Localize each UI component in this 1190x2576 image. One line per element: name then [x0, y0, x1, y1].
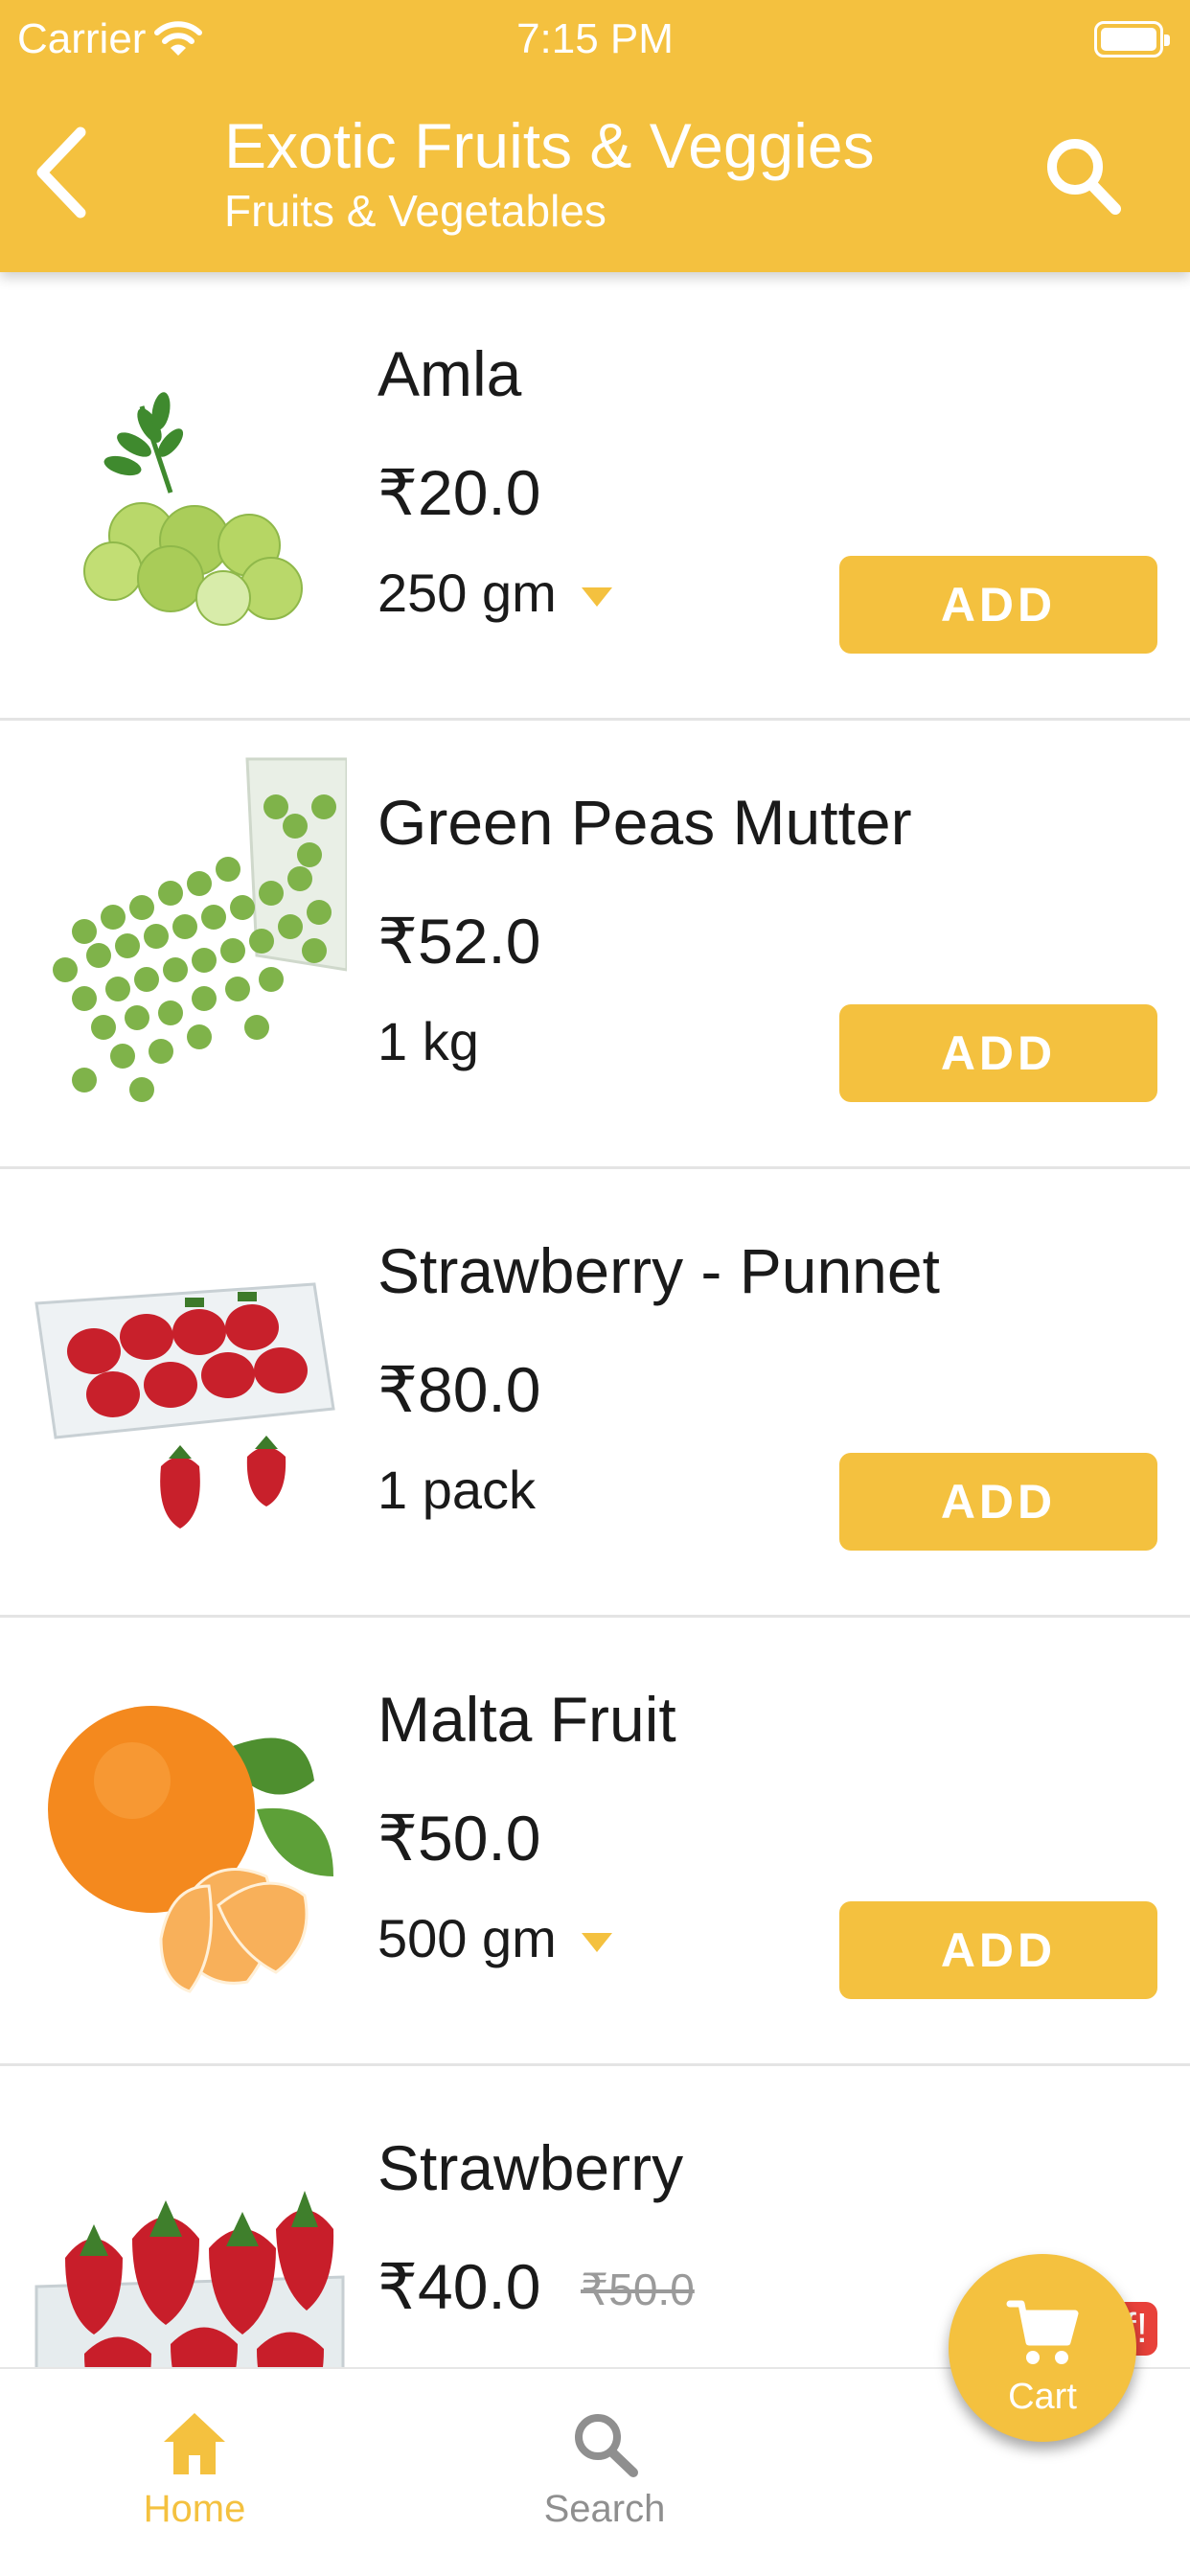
product-name: Strawberry - Punnet: [378, 1235, 940, 1306]
product-image-amla: [83, 392, 303, 626]
status-bar: Carrier 7:15 PM: [0, 0, 1190, 80]
product-name: Malta Fruit: [378, 1684, 676, 1755]
tab-search-label: Search: [543, 2488, 666, 2530]
product-image-malta-fruit: [48, 1706, 333, 1993]
product-mrp: ₹50.0: [581, 2265, 695, 2314]
battery-icon: [1094, 21, 1170, 58]
app-header: Carrier 7:15 PM Exotic Fruits & Veggies …: [0, 0, 1190, 272]
product-row[interactable]: Malta Fruit ₹50.0 500 gm ADD: [0, 1618, 1190, 2066]
tab-search[interactable]: Search: [485, 2369, 724, 2576]
back-arrow-icon[interactable]: [29, 125, 96, 220]
tab-home-label: Home: [143, 2488, 246, 2530]
product-image-green-peas: [53, 757, 347, 1102]
dropdown-caret-icon: [581, 587, 612, 608]
product-image-strawberry-punnet: [34, 1282, 335, 1529]
product-row[interactable]: Green Peas Mutter ₹52.0 1 kg ADD: [0, 721, 1190, 1169]
dropdown-caret-icon: [581, 1933, 612, 1953]
product-price: ₹50.0: [378, 1803, 541, 1874]
add-button[interactable]: ADD: [839, 1004, 1157, 1102]
tab-home[interactable]: Home: [75, 2369, 314, 2576]
status-time: 7:15 PM: [516, 15, 674, 62]
cart-icon: [1006, 2300, 1079, 2364]
product-row[interactable]: Amla ₹20.0 250 gm ADD: [0, 272, 1190, 721]
page-subtitle: Fruits & Vegetables: [224, 186, 606, 236]
cart-button[interactable]: Cart: [949, 2254, 1136, 2442]
add-button[interactable]: ADD: [839, 1901, 1157, 1999]
product-row[interactable]: Strawberry - Punnet ₹80.0 1 pack ADD: [0, 1169, 1190, 1618]
quantity-label: 250 gm: [378, 563, 557, 623]
product-name: Strawberry: [378, 2132, 684, 2203]
home-icon: [164, 2413, 225, 2474]
page-title: Exotic Fruits & Veggies: [224, 110, 875, 181]
product-price: ₹52.0: [378, 906, 541, 977]
product-name: Amla: [378, 338, 522, 409]
product-name: Green Peas Mutter: [378, 787, 912, 858]
quantity-label: 500 gm: [378, 1908, 557, 1968]
quantity-selector[interactable]: 250 gm: [378, 560, 612, 627]
quantity-label: 1 pack: [378, 1460, 536, 1520]
header-titles: Exotic Fruits & Veggies Fruits & Vegetab…: [224, 107, 875, 238]
product-price: ₹40.0: [378, 2251, 541, 2322]
search-icon: [575, 2414, 638, 2477]
cart-label: Cart: [1008, 2377, 1077, 2417]
search-icon[interactable]: [1042, 134, 1123, 217]
product-list: Amla ₹20.0 250 gm ADD Green Peas Mutter …: [0, 272, 1190, 2515]
add-button[interactable]: ADD: [839, 1453, 1157, 1551]
quantity-label: 1 kg: [378, 1011, 479, 1071]
quantity-selector[interactable]: 500 gm: [378, 1905, 612, 1972]
add-button[interactable]: ADD: [839, 556, 1157, 654]
product-price: ₹80.0: [378, 1354, 541, 1425]
product-price: ₹20.0: [378, 457, 541, 528]
